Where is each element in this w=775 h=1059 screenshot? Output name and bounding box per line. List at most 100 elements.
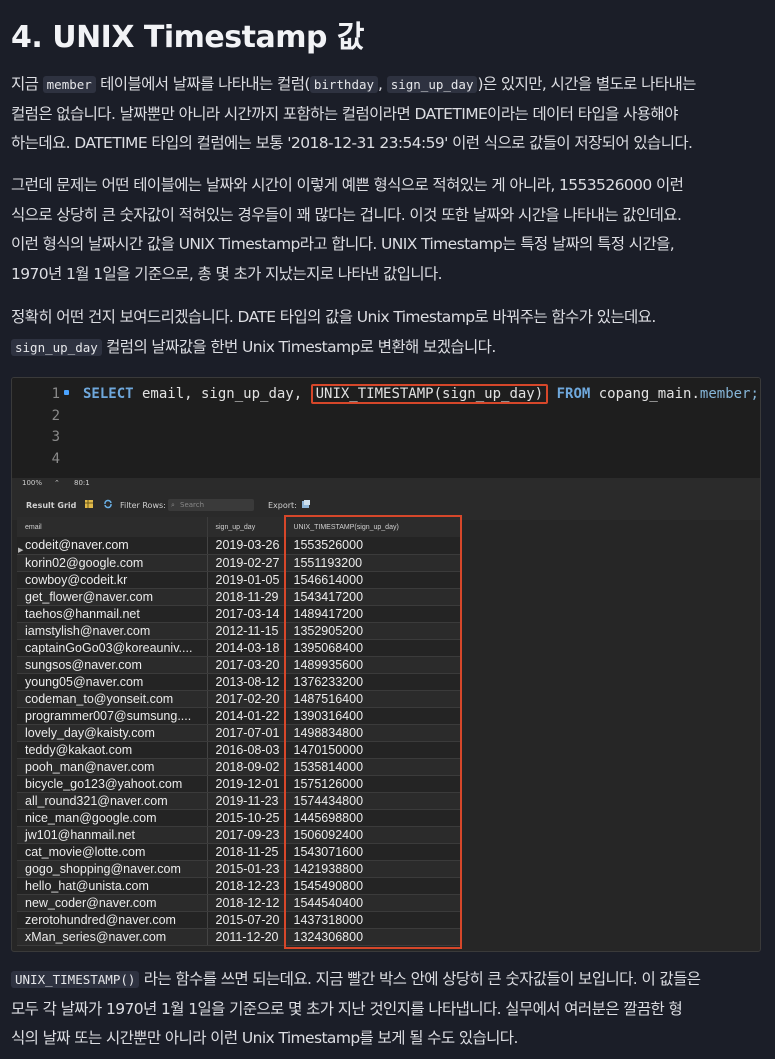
cell-email[interactable]: captainGoGo03@koreauniv.... (17, 639, 208, 657)
cell-email[interactable]: programmer007@sumsung.... (17, 707, 208, 725)
cell-email[interactable]: teddy@kakaot.com (17, 741, 208, 759)
cell-sign-up-day[interactable]: 2018-11-29 (207, 588, 286, 606)
refresh-icon[interactable] (103, 499, 113, 509)
cell-sign-up-day[interactable]: 2011-12-20 (207, 928, 286, 946)
grid-icon[interactable] (84, 499, 94, 509)
cell-unix-timestamp[interactable]: 1489935600 (285, 656, 462, 674)
zoom-level[interactable]: 100% (22, 479, 42, 487)
cell-sign-up-day[interactable]: 2017-07-01 (207, 724, 286, 742)
cell-email[interactable]: taehos@hanmail.net (17, 605, 208, 623)
cell-unix-timestamp[interactable]: 1574434800 (285, 792, 462, 810)
cell-email[interactable]: iamstylish@naver.com (17, 622, 208, 640)
cell-unix-timestamp[interactable]: 1390316400 (285, 707, 462, 725)
cell-email[interactable]: sungsos@naver.com (17, 656, 208, 674)
cell-unix-timestamp[interactable]: 1421938800 (285, 860, 462, 878)
cell-sign-up-day[interactable]: 2014-03-18 (207, 639, 286, 657)
cell-unix-timestamp[interactable]: 1543071600 (285, 843, 462, 861)
table-row[interactable]: cat_movie@lotte.com 2018-11-25 1543071600 (17, 843, 462, 861)
cell-sign-up-day[interactable]: 2019-03-26 (207, 537, 286, 555)
cell-email[interactable]: codeit@naver.com (17, 537, 208, 555)
cell-sign-up-day[interactable]: 2017-03-14 (207, 605, 286, 623)
cell-email[interactable]: bicycle_go123@yahoot.com (17, 775, 208, 793)
cell-unix-timestamp[interactable]: 1544540400 (285, 894, 462, 912)
table-row[interactable]: zerotohundred@naver.com 2015-07-20 1437318… (17, 911, 462, 929)
table-row[interactable]: hello_hat@unista.com 2018-12-23 1545490800 (17, 877, 462, 895)
cell-unix-timestamp[interactable]: 1487516400 (285, 690, 462, 708)
cell-unix-timestamp[interactable]: 1470150000 (285, 741, 462, 759)
table-row[interactable]: bicycle_go123@yahoot.com 2019-12-01 157512… (17, 775, 462, 793)
cell-sign-up-day[interactable]: 2018-12-23 (207, 877, 286, 895)
cell-sign-up-day[interactable]: 2018-11-25 (207, 843, 286, 861)
column-header-unix-timestamp[interactable]: UNIX_TIMESTAMP(sign_up_day) (285, 517, 462, 537)
cell-unix-timestamp[interactable]: 1352905200 (285, 622, 462, 640)
table-row[interactable]: new_coder@naver.com 2018-12-12 1544540400 (17, 894, 462, 912)
sql-editor[interactable]: 1 2 3 4 SELECT email, sign_up_day, UNIX_… (12, 378, 760, 478)
cell-email[interactable]: hello_hat@unista.com (17, 877, 208, 895)
cell-email[interactable]: new_coder@naver.com (17, 894, 208, 912)
table-row[interactable]: korin02@google.com 2019-02-27 1551193200 (17, 554, 462, 572)
cell-sign-up-day[interactable]: 2019-11-23 (207, 792, 286, 810)
cell-sign-up-day[interactable]: 2019-02-27 (207, 554, 286, 572)
cell-sign-up-day[interactable]: 2019-01-05 (207, 571, 286, 589)
cell-unix-timestamp[interactable]: 1551193200 (285, 554, 462, 572)
cell-email[interactable]: gogo_shopping@naver.com (17, 860, 208, 878)
table-row[interactable]: captainGoGo03@koreauniv.... 2014-03-18 139… (17, 639, 462, 657)
cell-sign-up-day[interactable]: 2016-08-03 (207, 741, 286, 759)
cell-email[interactable]: nice_man@google.com (17, 809, 208, 827)
table-row[interactable]: teddy@kakaot.com 2016-08-03 1470150000 (17, 741, 462, 759)
table-row[interactable]: programmer007@sumsung.... 2014-01-22 13903… (17, 707, 462, 725)
table-row[interactable]: lovely_day@kaisty.com 2017-07-01 149883480… (17, 724, 462, 742)
cell-sign-up-day[interactable]: 2017-09-23 (207, 826, 286, 844)
cell-email[interactable]: pooh_man@naver.com (17, 758, 208, 776)
cell-unix-timestamp[interactable]: 1437318000 (285, 911, 462, 929)
table-row[interactable]: jw101@hanmail.net 2017-09-23 1506092400 (17, 826, 462, 844)
table-row[interactable]: nice_man@google.com 2015-10-25 1445698800 (17, 809, 462, 827)
table-row[interactable]: gogo_shopping@naver.com 2015-01-23 1421938… (17, 860, 462, 878)
cell-sign-up-day[interactable]: 2017-02-20 (207, 690, 286, 708)
table-row[interactable]: all_round321@naver.com 2019-11-23 15744348… (17, 792, 462, 810)
cell-unix-timestamp[interactable]: 1445698800 (285, 809, 462, 827)
cell-unix-timestamp[interactable]: 1546614000 (285, 571, 462, 589)
column-header-email[interactable]: email (17, 517, 208, 537)
cell-unix-timestamp[interactable]: 1498834800 (285, 724, 462, 742)
table-row[interactable]: pooh_man@naver.com 2018-09-02 1535814000 (17, 758, 462, 776)
cell-unix-timestamp[interactable]: 1489417200 (285, 605, 462, 623)
cell-sign-up-day[interactable]: 2013-08-12 (207, 673, 286, 691)
cell-email[interactable]: xMan_series@naver.com (17, 928, 208, 946)
table-row[interactable]: codeman_to@yonseit.com 2017-02-20 14875164… (17, 690, 462, 708)
cell-email[interactable]: jw101@hanmail.net (17, 826, 208, 844)
cell-unix-timestamp[interactable]: 1535814000 (285, 758, 462, 776)
cell-sign-up-day[interactable]: 2015-01-23 (207, 860, 286, 878)
cell-unix-timestamp[interactable]: 1395068400 (285, 639, 462, 657)
cell-unix-timestamp[interactable]: 1545490800 (285, 877, 462, 895)
cell-sign-up-day[interactable]: 2017-03-20 (207, 656, 286, 674)
table-row[interactable]: cowboy@codeit.kr 2019-01-05 1546614000 (17, 571, 462, 589)
cell-unix-timestamp[interactable]: 1543417200 (285, 588, 462, 606)
cell-sign-up-day[interactable]: 2015-07-20 (207, 911, 286, 929)
cell-email[interactable]: lovely_day@kaisty.com (17, 724, 208, 742)
table-row[interactable]: codeit@naver.com 2019-03-26 1553526000 (17, 537, 462, 555)
table-row[interactable]: young05@naver.com 2013-08-12 1376233200 (17, 673, 462, 691)
cell-unix-timestamp[interactable]: 1506092400 (285, 826, 462, 844)
cell-email[interactable]: cat_movie@lotte.com (17, 843, 208, 861)
cell-sign-up-day[interactable]: 2015-10-25 (207, 809, 286, 827)
export-icon[interactable] (301, 499, 311, 509)
table-row[interactable]: sungsos@naver.com 2017-03-20 1489935600 (17, 656, 462, 674)
cell-email[interactable]: codeman_to@yonseit.com (17, 690, 208, 708)
cell-email[interactable]: get_flower@naver.com (17, 588, 208, 606)
cell-sign-up-day[interactable]: 2019-12-01 (207, 775, 286, 793)
cell-sign-up-day[interactable]: 2018-12-12 (207, 894, 286, 912)
cell-sign-up-day[interactable]: 2012-11-15 (207, 622, 286, 640)
zoom-stepper-icon[interactable]: ⌃ (54, 479, 60, 487)
cell-sign-up-day[interactable]: 2014-01-22 (207, 707, 286, 725)
table-row[interactable]: xMan_series@naver.com 2011-12-20 132430680… (17, 928, 462, 946)
table-row[interactable]: get_flower@naver.com 2018-11-29 1543417200 (17, 588, 462, 606)
table-row[interactable]: taehos@hanmail.net 2017-03-14 1489417200 (17, 605, 462, 623)
cell-unix-timestamp[interactable]: 1575126000 (285, 775, 462, 793)
cell-email[interactable]: zerotohundred@naver.com (17, 911, 208, 929)
cell-unix-timestamp[interactable]: 1324306800 (285, 928, 462, 946)
cell-email[interactable]: korin02@google.com (17, 554, 208, 572)
column-header-sign-up-day[interactable]: sign_up_day (207, 517, 286, 537)
table-row[interactable]: iamstylish@naver.com 2012-11-15 1352905200 (17, 622, 462, 640)
filter-search-input[interactable]: ⌕ Search (168, 499, 254, 511)
